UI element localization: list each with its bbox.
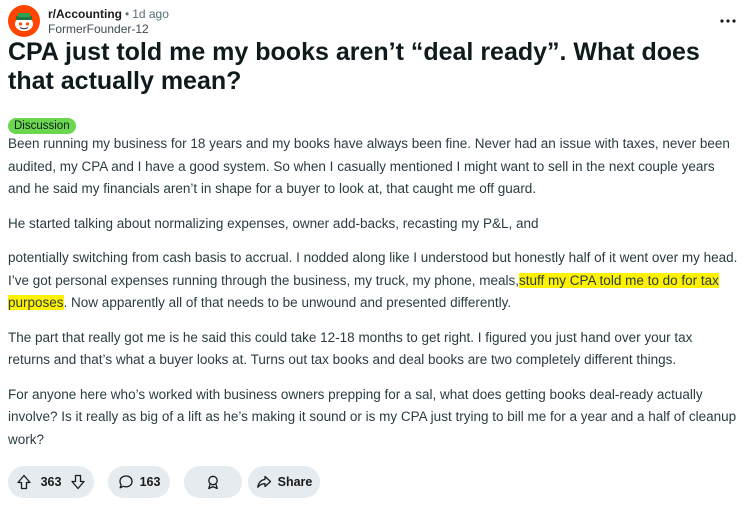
author-link[interactable]: FormerFounder-12 xyxy=(48,22,169,36)
post-header: r/Accounting • 1d ago FormerFounder-12 xyxy=(8,5,740,37)
comments-button[interactable]: 163 xyxy=(108,466,170,498)
body-paragraph: Been running my business for 18 years an… xyxy=(8,136,730,196)
award-button[interactable] xyxy=(184,466,242,498)
post-title[interactable]: CPA just told me my books aren’t “deal r… xyxy=(8,38,728,96)
post-meta: r/Accounting • 1d ago FormerFounder-12 xyxy=(48,7,169,36)
meta-separator: • xyxy=(125,7,130,21)
more-options-icon[interactable] xyxy=(716,13,740,29)
vote-count: 363 xyxy=(40,475,62,489)
share-label: Share xyxy=(277,475,313,489)
vote-control: 363 xyxy=(8,466,94,498)
snoo-avatar-icon[interactable] xyxy=(8,5,40,37)
post-flair[interactable]: Discussion xyxy=(8,118,76,134)
share-arrow-icon xyxy=(256,475,271,488)
award-icon xyxy=(208,475,218,490)
post-time: 1d ago xyxy=(132,7,169,21)
downvote-arrow-icon xyxy=(71,474,85,490)
upvote-button[interactable] xyxy=(14,472,34,492)
body-paragraph: potentially switching from cash basis to… xyxy=(8,247,738,315)
upvote-arrow-icon xyxy=(17,474,31,490)
share-button[interactable]: Share xyxy=(248,466,320,498)
body-paragraph: The part that really got me is he said t… xyxy=(8,329,693,368)
body-paragraph: He started talking about normalizing exp… xyxy=(8,215,539,231)
paragraph-text: . Now apparently all of that needs to be… xyxy=(63,295,512,310)
post-body: Been running my business for 18 years an… xyxy=(8,133,738,463)
subreddit-link[interactable]: r/Accounting xyxy=(48,7,122,21)
comment-bubble-icon xyxy=(118,475,133,489)
comment-count: 163 xyxy=(139,475,161,489)
downvote-button[interactable] xyxy=(68,472,88,492)
body-paragraph: For anyone here who’s worked with busine… xyxy=(8,386,737,447)
